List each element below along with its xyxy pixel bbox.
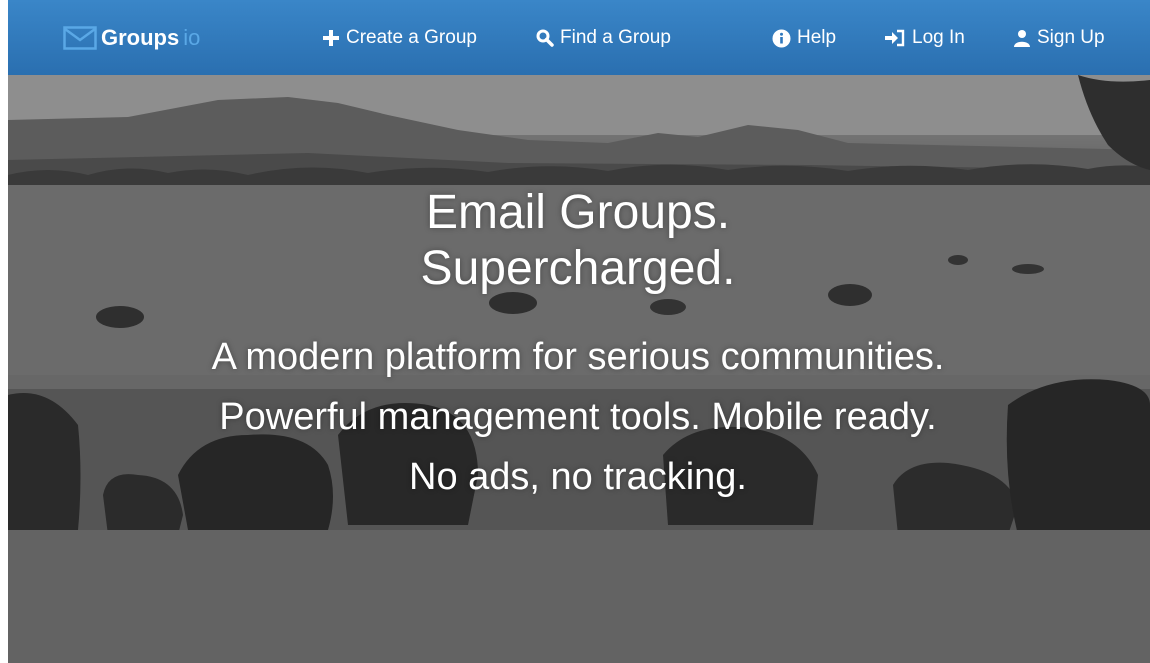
nav-sign-up[interactable]: Sign Up (1013, 24, 1105, 52)
hero-tagline: A modern platform for serious communitie… (211, 336, 945, 498)
envelope-icon (63, 26, 97, 50)
nav-log-in-label: Log In (912, 27, 965, 48)
brand-logo-link[interactable]: Groups io (63, 20, 200, 56)
hero-headline-line2: Supercharged. (420, 242, 736, 295)
nav-create-group[interactable]: Create a Group (322, 24, 477, 52)
hero-headline: Email Groups. Supercharged. (278, 185, 878, 297)
nav-find-group-label: Find a Group (560, 27, 671, 48)
nav-find-group[interactable]: Find a Group (536, 24, 671, 52)
search-icon (536, 29, 554, 47)
brand-tld: io (183, 25, 201, 50)
sign-in-icon (885, 29, 905, 47)
nav-help[interactable]: Help (772, 24, 836, 52)
info-circle-icon (772, 29, 791, 47)
user-icon (1014, 30, 1030, 47)
hero-section: Email Groups. Supercharged. A modern pla… (8, 75, 1150, 663)
nav-log-in[interactable]: Log In (884, 24, 965, 52)
brand-name: Groups (101, 25, 180, 50)
nav-sign-up-label: Sign Up (1037, 27, 1105, 48)
page-frame: Groups io Create a Group Find a Group Hel… (8, 0, 1150, 663)
nav-create-group-label: Create a Group (346, 27, 477, 48)
plus-icon (323, 30, 339, 46)
nav-help-label: Help (797, 27, 837, 48)
hero-headline-line1: Email Groups. (425, 186, 731, 239)
top-navbar: Groups io Create a Group Find a Group Hel… (8, 0, 1150, 76)
